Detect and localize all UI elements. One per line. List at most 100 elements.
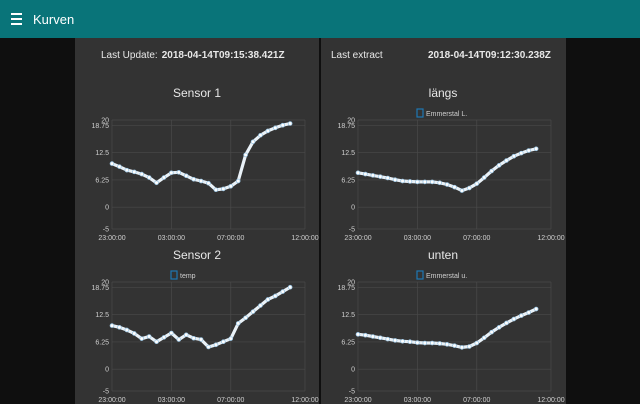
y-tick-label: 20 [347,280,355,287]
data-point [191,335,196,341]
legend-swatch [416,270,424,280]
data-point [452,343,457,348]
data-point [191,176,196,182]
data-point [265,128,271,134]
data-point [429,340,435,346]
x-tick-label: 03:00:00 [158,397,185,404]
data-point [444,342,450,347]
app-title: Kurven [33,11,75,27]
data-point [415,340,420,345]
data-point [385,336,390,342]
last-update-label: Last Update: [101,50,158,61]
data-point [526,148,532,153]
right-panel: Last extract 2018-04-14T09:12:30.238Z lä… [321,38,566,404]
data-point [273,293,278,299]
data-point [131,169,137,175]
chart-svg: Sensor 2temp-506.2512.518.752023:00:00 03… [91,248,318,404]
legend-label: Emmerstal L. [426,111,467,118]
data-point [407,339,413,345]
y-tick-label: 6.25 [341,339,355,346]
data-point [489,329,494,335]
left-panel: Last Update: 2018-04-14T09:15:38.421Z Sen… [75,38,319,404]
data-point [250,309,256,314]
data-point [459,345,465,350]
data-point [161,335,167,340]
data-point [183,332,189,338]
menu-line [11,18,22,20]
data-point [400,178,405,184]
legend-label: Emmerstal u. [426,273,467,280]
y-tick-label: 20 [347,118,355,125]
data-point [109,323,115,328]
data-point [496,325,502,330]
chart-svg: Sensor 1-506.2512.518.752023:00:00 03:00:… [91,86,318,242]
x-tick-label: 07:00:00 [217,397,244,404]
data-point [243,152,248,158]
data-point [355,170,361,176]
data-point [474,181,480,186]
data-point [228,183,234,189]
y-tick-label: 0 [105,367,109,374]
x-tick-label: 23:00:00 [344,235,371,242]
data-point [489,168,494,174]
menu-line [11,13,22,15]
x-tick-label: 23:00:00 [98,235,125,242]
data-point [392,338,398,343]
y-tick-label: 12.5 [95,150,109,157]
data-point [146,175,152,180]
data-point [198,337,204,342]
hamburger-menu-icon[interactable] [11,12,33,26]
x-tick-label: 07:00:00 [463,235,490,242]
legend-swatch [170,270,178,280]
y-tick-label: 12.5 [341,312,355,319]
data-point [415,179,420,185]
data-point [526,310,532,315]
data-point [437,341,442,346]
x-tick-label: 03:00:00 [404,235,431,242]
data-point [243,315,248,321]
chart-sensor-1: Sensor 1 -5 0 6.25 12.5 18.75 20 23:00:00 03:00:… [75,84,319,244]
menu-line [11,23,22,25]
data-point [444,182,450,187]
y-tick-label: -5 [349,389,355,396]
y-tick-label: 0 [105,205,109,212]
legend-swatch [416,108,424,118]
last-extract-value-row: 2018-04-14T09:12:30.238Z [424,50,551,61]
data-point [533,146,539,152]
data-point [117,325,122,330]
data-point [429,179,435,185]
data-point [169,170,174,176]
data-point [117,164,122,169]
data-point [504,320,509,326]
data-point [504,158,509,163]
y-tick-label: 6.25 [95,177,109,184]
chart-title: Sensor 1 [173,86,221,100]
toolbar: Kurven [0,0,640,38]
data-point [183,173,189,179]
data-point [265,297,271,302]
x-tick-label: 07:00:00 [463,397,490,404]
data-point [496,163,502,168]
data-point [169,330,174,336]
y-tick-label: 6.25 [341,177,355,184]
data-point [437,180,442,186]
data-point [176,337,182,342]
data-point [228,336,234,341]
data-point [533,306,539,312]
chart-svg: untenEmmerstal u.-506.2512.518.752023:00… [337,248,564,404]
data-point [161,175,167,180]
x-tick-label: 23:00:00 [344,397,371,404]
legend-label: temp [180,273,196,280]
data-point [287,284,293,290]
y-tick-label: 20 [101,118,109,125]
data-point [258,303,263,308]
data-point [385,175,390,181]
data-point [400,338,405,344]
data-point [235,321,241,326]
data-point [213,187,219,193]
data-point [154,180,159,186]
data-point [280,289,286,294]
data-point [221,339,226,345]
x-tick-label: 12:00:00 [537,235,564,242]
y-tick-label: -5 [349,227,355,234]
